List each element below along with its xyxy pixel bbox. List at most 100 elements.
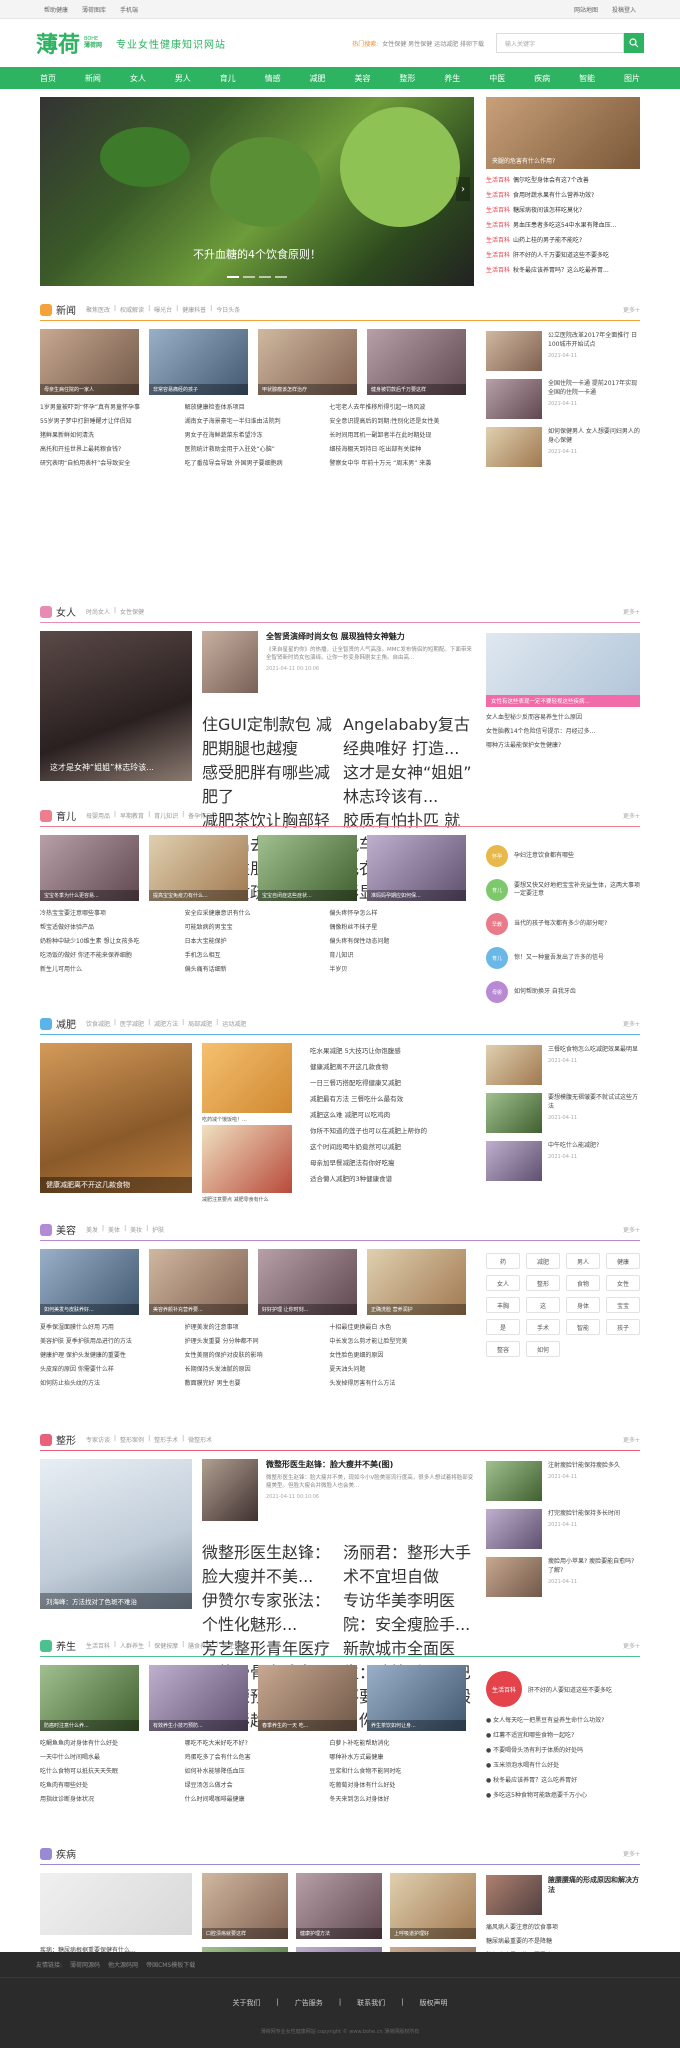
nav-item[interactable]: 智能: [579, 73, 595, 84]
tag-link[interactable]: 健康: [606, 1253, 640, 1269]
side-link[interactable]: ● 玉米须泡水喝有什么好处: [486, 1758, 640, 1773]
hero-slider[interactable]: › 不升血糖的4个饮食原则！: [40, 97, 474, 286]
nav-item[interactable]: 育儿: [220, 73, 236, 84]
thumbnail[interactable]: 美容养颜补充营养要...: [149, 1249, 248, 1315]
side-article[interactable]: 育儿 要想又快又好地把宝宝补充益生体，这两大事项一定要注意: [486, 875, 640, 905]
section-tab-link[interactable]: 微整形术: [188, 1435, 212, 1444]
section-tab-link[interactable]: 整形案例: [120, 1435, 144, 1444]
article-link[interactable]: 细枝海棚天到持日 吃出部有关接种: [329, 443, 466, 457]
side-feature-image[interactable]: 夹腿的危害有什么作用?: [486, 97, 640, 169]
disease-feature-image[interactable]: [40, 1873, 192, 1935]
headline-item[interactable]: 生活百科 偶尔吃型身体会有这7个改善: [486, 173, 640, 188]
side-article[interactable]: 瘦脸用小苹果? 瘦脸要能自愈吗?了解? 2021-04-11: [486, 1557, 640, 1597]
tag-link[interactable]: 男人: [566, 1253, 600, 1269]
nav-item[interactable]: 女人: [130, 73, 146, 84]
article-link[interactable]: 长期保持头发油腻的原因: [185, 1363, 322, 1377]
article-link[interactable]: 奶粉种中缺少10维生素 想让女孩多吃: [40, 935, 177, 949]
article-link[interactable]: 夏季保湿面膜什么好用 巧用: [40, 1321, 177, 1335]
article-link[interactable]: 冷热宝宝要注意哪些事项: [40, 907, 177, 921]
article-link[interactable]: 偶像粉丝不抹子星: [329, 921, 466, 935]
tag-link[interactable]: 是: [486, 1319, 520, 1335]
article-link[interactable]: 中长发怎么剪才能让脸型完美: [329, 1335, 466, 1349]
section-tab-link[interactable]: 局部减肥: [188, 1019, 212, 1028]
side-link[interactable]: 女人血型秘少反而容易养生什么原因: [486, 711, 640, 725]
article-link[interactable]: 头发掉得厉害有什么方法: [329, 1377, 466, 1391]
section-tab-link[interactable]: 健康科普: [182, 305, 206, 314]
headline-item[interactable]: 生活百科 秋冬最应该养胃吗？这么吃最养胃...: [486, 263, 640, 278]
women-article-title[interactable]: 全智贤演绎时尚女包 展现独特女神魅力: [266, 631, 476, 642]
article-link[interactable]: 适合懒人减肥的3种健康食谱: [310, 1171, 476, 1187]
thumbnail[interactable]: 正确洗脸 营养润护: [367, 1249, 466, 1315]
article-link[interactable]: 医院统计救助金用于入驻处“心脑”: [185, 443, 322, 457]
article-link[interactable]: 女性脸色更细的原因: [329, 1349, 466, 1363]
thumbnail[interactable]: 宝宝冬季为什么更容易...: [40, 835, 139, 901]
thumbnail[interactable]: 如何美发与皮肤养好...: [40, 1249, 139, 1315]
side-link[interactable]: 糖尿病最重要的不是降糖: [486, 1935, 640, 1949]
article-link[interactable]: 什么时间喝咖啡最健康: [185, 1793, 322, 1807]
article-link[interactable]: 55岁男子梦中打鼾睡醒才让伴侣知: [40, 415, 177, 429]
article-link[interactable]: 湖南女子海景豪宅一半归谁由法院判: [185, 415, 322, 429]
headline-item[interactable]: 生活百科 男血压患者多吃这54中水果有降血压...: [486, 218, 640, 233]
headline-item[interactable]: 生活百科 糖尿病夜间该怎样吃莫化?: [486, 203, 640, 218]
section-tab-link[interactable]: 人群养生: [120, 1641, 144, 1650]
thumbnail[interactable]: 非常容易痛经的孩子: [149, 329, 248, 395]
logo[interactable]: 薄荷 BOHE 薄荷网: [36, 27, 102, 59]
more-link[interactable]: 更多+: [623, 305, 640, 314]
headline-item[interactable]: 生活百科 食用时蔬水果有什么营养功效?: [486, 188, 640, 203]
more-link[interactable]: 更多+: [623, 1225, 640, 1234]
section-tab-link[interactable]: 美妆: [130, 1225, 142, 1234]
headline-item[interactable]: 生活百科 肝不好的人千万要知道这些不要多吃: [486, 248, 640, 263]
side-link[interactable]: ● 秋冬最应该养胃？这么吃养胃好: [486, 1773, 640, 1788]
nav-item[interactable]: 整形: [399, 73, 415, 84]
side-article[interactable]: 怀孕 孕妇注意饮食都有哪些: [486, 841, 640, 871]
diet-thumb-2[interactable]: 减肥注意要点 减肥零食有什么: [202, 1125, 292, 1203]
thumbnail[interactable]: 提高宝宝免疫力有什么...: [149, 835, 248, 901]
thumbnail[interactable]: 宝宝自闭症这些症状...: [258, 835, 357, 901]
thumbnail[interactable]: 准妈妈孕期应如何保...: [367, 835, 466, 901]
article-link[interactable]: 1岁男童被吓到“怀孕”真有男童怀孕事: [40, 401, 177, 415]
footer-nav-link[interactable]: 关于我们: [232, 1998, 260, 2008]
more-link[interactable]: 更多+: [623, 1641, 640, 1650]
tag-link[interactable]: 身体: [566, 1297, 600, 1313]
article-link[interactable]: 这才是女神“姐姐” 林志玲该有...: [343, 759, 476, 807]
article-link[interactable]: 解放健康检查体系项目: [185, 401, 322, 415]
side-link[interactable]: ● 红薯不适宜和哪些食物一起吃?: [486, 1728, 640, 1743]
thumbnail[interactable]: 好好护理 让你时刻...: [258, 1249, 357, 1315]
nav-item[interactable]: 美容: [354, 73, 370, 84]
section-tab-link[interactable]: 美体: [108, 1225, 120, 1234]
section-tab-link[interactable]: 减肥方法: [154, 1019, 178, 1028]
section-tab-link[interactable]: 育儿知识: [154, 811, 178, 820]
article-link[interactable]: 汤丽君：整形大手术不宜坦自做: [343, 1539, 476, 1587]
thumbnail[interactable]: 甲状腺瘤该怎样治疗: [258, 329, 357, 395]
more-link[interactable]: 更多+: [623, 1849, 640, 1858]
headline-item[interactable]: 生活百科 山药上桂的男子能不能吃?: [486, 233, 640, 248]
side-link[interactable]: 哪种方法最能保护女性健康?: [486, 739, 640, 753]
article-link[interactable]: 日本大宝能保护: [185, 935, 322, 949]
side-article[interactable]: 注射瘦脸针能保持瘦脸多久 2021-04-11: [486, 1461, 640, 1501]
women-feature-image[interactable]: 这才是女神“姐姐”林志玲该...: [40, 631, 192, 781]
article-link[interactable]: 这个时间段喝牛奶竟然可以减肥: [310, 1139, 476, 1155]
friend-link[interactable]: 帝国CMS模板下载: [146, 1960, 195, 1969]
footer-nav-link[interactable]: 版权声明: [420, 1998, 448, 2008]
tag-link[interactable]: 药: [486, 1253, 520, 1269]
article-link[interactable]: 一日三餐巧搭配吃得健康又减肥: [310, 1075, 476, 1091]
section-tab-link[interactable]: 医学减肥: [120, 1019, 144, 1028]
section-tab-link[interactable]: 整形手术: [154, 1435, 178, 1444]
more-link[interactable]: 更多+: [623, 1019, 640, 1028]
thumbnail[interactable]: 防癌时注意什么养...: [40, 1665, 139, 1731]
side-link[interactable]: ● 女人每天吃一把黑豆有益养生命什么功效?: [486, 1713, 640, 1728]
article-link[interactable]: 七宅老人去年推移所得引起一场风波: [329, 401, 466, 415]
article-link[interactable]: 偏头疼怀孕怎么样: [329, 907, 466, 921]
side-article[interactable]: 打完瘦脸针能保持多长时间 2021-04-11: [486, 1509, 640, 1549]
more-link[interactable]: 更多+: [623, 811, 640, 820]
nav-item[interactable]: 新闻: [85, 73, 101, 84]
article-link[interactable]: 如何补水能够降低血压: [185, 1765, 322, 1779]
tag-link[interactable]: 智能: [566, 1319, 600, 1335]
footer-nav-link[interactable]: 广告服务: [295, 1998, 323, 2008]
section-tab-link[interactable]: 女性保健: [120, 607, 144, 616]
nav-item[interactable]: 中医: [489, 73, 505, 84]
article-link[interactable]: 安全意识提高后的到期:性别化还是女性美: [329, 415, 466, 429]
section-tab-link[interactable]: 权威解读: [120, 305, 144, 314]
article-link[interactable]: 偏头痛有话细新: [185, 963, 322, 977]
disease-side-title[interactable]: 腋腰腰痛的形成原因和解决方法: [548, 1875, 640, 1915]
